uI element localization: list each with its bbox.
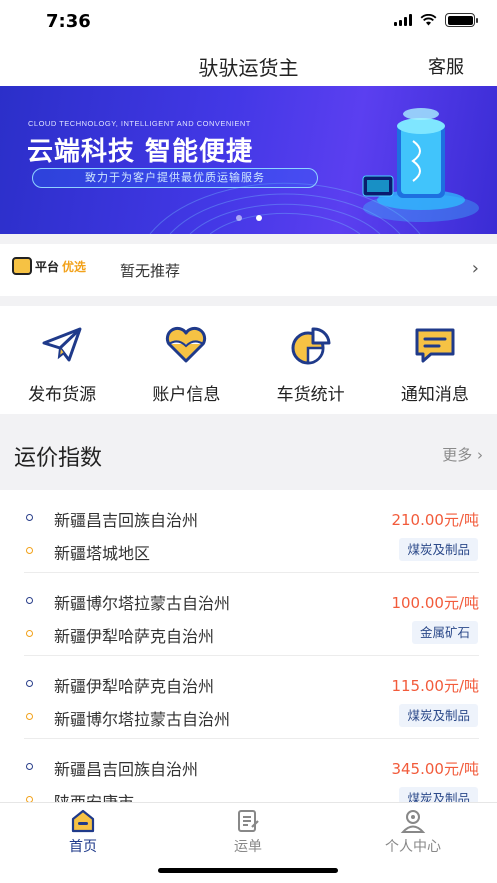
customer-service-button[interactable]: 客服 — [428, 53, 464, 79]
home-indicator — [158, 868, 338, 873]
quick-actions: 发布货源 账户信息 车货统计 通知消息 — [0, 306, 497, 414]
paper-plane-icon — [42, 327, 82, 362]
nav-bar: 驮驮运货主 客服 — [0, 44, 497, 86]
destination-city: 陕西安康市 — [54, 789, 134, 802]
list-item[interactable]: 新疆伊犁哈萨克自治州 115.00元/吨 新疆博尔塔拉蒙古自治州 煤炭及制品 — [0, 656, 497, 739]
cargo-type-badge: 煤炭及制品 — [399, 538, 478, 561]
status-bar: 7:36 — [0, 0, 497, 44]
profile-icon — [400, 810, 426, 833]
signal-icon — [394, 14, 412, 26]
price: 100.00元/吨 — [391, 594, 479, 612]
action-notifications[interactable]: 通知消息 — [373, 306, 497, 414]
price: 115.00元/吨 — [391, 677, 479, 695]
tab-waybill[interactable]: 运单 — [188, 809, 308, 856]
message-icon — [415, 328, 455, 363]
price: 210.00元/吨 — [391, 511, 479, 529]
wifi-icon — [420, 14, 437, 26]
origin-city: 新疆伊犁哈萨克自治州 — [54, 677, 215, 696]
origin-dot-icon — [26, 514, 33, 521]
origin-dot-icon — [26, 597, 33, 604]
server-illustration — [362, 108, 479, 222]
platform-picks-logo: 平台 优选 — [12, 257, 86, 275]
tab-label: 运单 — [234, 839, 262, 855]
origin-city: 新疆昌吉回族自治州 — [54, 760, 199, 779]
home-icon — [71, 809, 95, 833]
list-item[interactable]: 新疆博尔塔拉蒙古自治州 100.00元/吨 新疆伊犁哈萨克自治州 金属矿石 — [0, 573, 497, 656]
action-account-info[interactable]: 账户信息 — [124, 306, 248, 414]
action-label: 账户信息 — [152, 385, 221, 405]
action-label: 发布货源 — [28, 385, 97, 405]
price: 345.00元/吨 — [391, 760, 479, 778]
origin-city: 新疆博尔塔拉蒙古自治州 — [54, 594, 231, 613]
destination-city: 新疆伊犁哈萨克自治州 — [54, 627, 215, 646]
action-cargo-stats[interactable]: 车货统计 — [249, 306, 373, 414]
banner-subtitle: CLOUD TECHNOLOGY, INTELLIGENT AND CONVEN… — [28, 119, 251, 128]
section-title: 运价指数 — [14, 446, 103, 471]
promo-banner[interactable]: CLOUD TECHNOLOGY, INTELLIGENT AND CONVEN… — [0, 86, 497, 234]
origin-dot-icon — [26, 763, 33, 770]
tab-home[interactable]: 首页 — [23, 809, 143, 856]
banner-dot-2-active[interactable] — [256, 215, 262, 221]
destination-city: 新疆塔城地区 — [54, 544, 151, 563]
platform-recommend-row[interactable]: 平台 优选 暂无推荐 › — [0, 244, 497, 296]
banner-dot-1[interactable] — [236, 215, 242, 221]
destination-dot-icon — [26, 547, 33, 554]
logo-text-platform: 平台 — [35, 259, 60, 274]
battery-icon — [445, 13, 478, 27]
tv-icon — [12, 257, 32, 275]
logo-text-picks: 优选 — [62, 259, 87, 274]
status-time: 7:36 — [46, 11, 91, 32]
waybill-icon — [238, 810, 259, 832]
banner-title: 云端科技 智能便捷 — [27, 137, 254, 167]
cargo-type-badge: 煤炭及制品 — [399, 787, 478, 802]
destination-dot-icon — [26, 713, 33, 720]
origin-dot-icon — [26, 680, 33, 687]
banner-tagline: 致力于为客户提供最优质运输服务 — [32, 168, 318, 188]
recommend-text: 暂无推荐 — [120, 262, 181, 280]
destination-dot-icon — [26, 630, 33, 637]
cargo-type-badge: 煤炭及制品 — [399, 704, 478, 727]
pie-chart-icon — [291, 327, 331, 365]
freight-index-list: 新疆昌吉回族自治州 210.00元/吨 新疆塔城地区 煤炭及制品 新疆博尔塔拉蒙… — [0, 490, 497, 802]
origin-city: 新疆昌吉回族自治州 — [54, 511, 199, 530]
tab-profile[interactable]: 个人中心 — [353, 809, 473, 856]
action-publish-cargo[interactable]: 发布货源 — [0, 306, 124, 414]
list-item[interactable]: 新疆昌吉回族自治州 210.00元/吨 新疆塔城地区 煤炭及制品 — [0, 490, 497, 573]
list-item[interactable]: 新疆昌吉回族自治州 345.00元/吨 陕西安康市 煤炭及制品 — [0, 739, 497, 802]
chevron-right-icon: › — [471, 258, 479, 279]
destination-city: 新疆博尔塔拉蒙古自治州 — [54, 710, 231, 729]
tab-label: 个人中心 — [385, 839, 441, 855]
freight-index-header: 运价指数 更多 › — [0, 426, 497, 482]
tab-label: 首页 — [69, 839, 97, 855]
heart-icon — [166, 326, 207, 363]
action-label: 车货统计 — [276, 385, 345, 405]
status-icons — [394, 13, 478, 27]
banner-pagination[interactable] — [236, 215, 262, 221]
more-link[interactable]: 更多 › — [442, 444, 483, 465]
cargo-type-badge: 金属矿石 — [411, 621, 478, 644]
page-title: 驮驮运货主 — [198, 56, 299, 80]
action-label: 通知消息 — [400, 385, 469, 405]
